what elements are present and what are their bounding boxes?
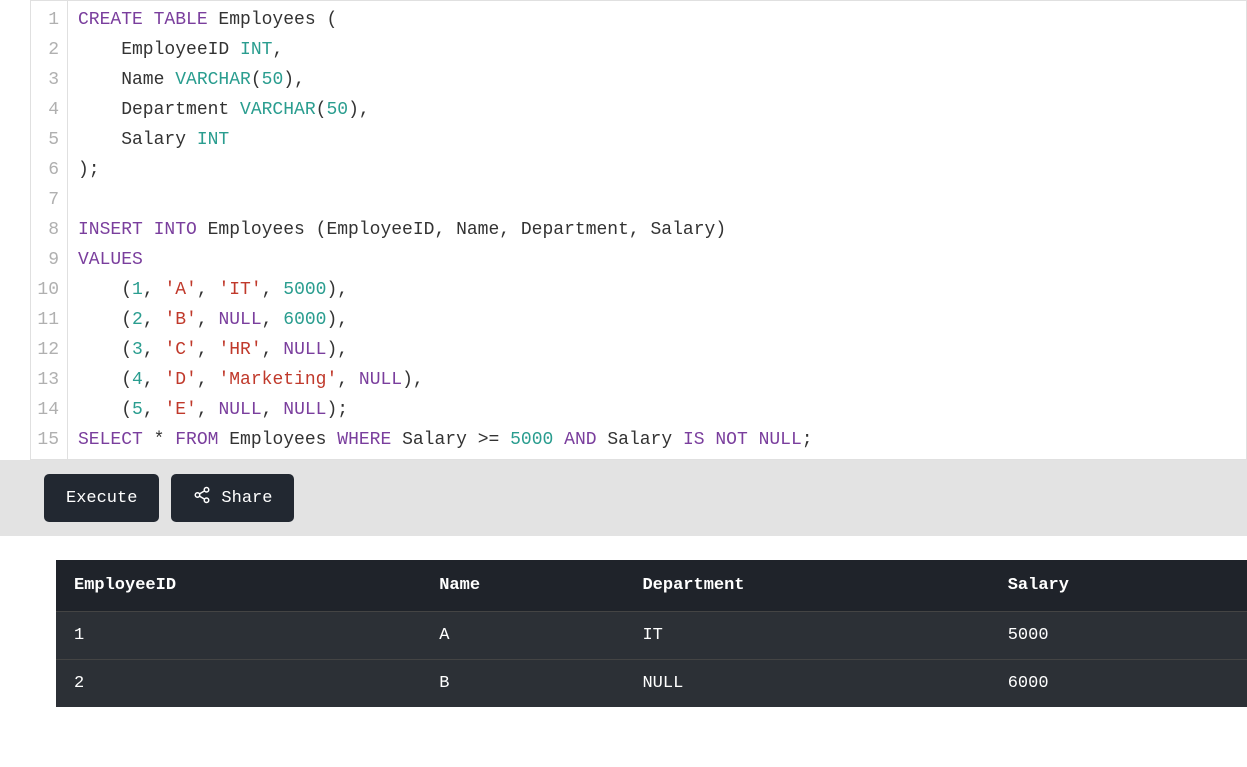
table-row: 2BNULL6000 — [56, 660, 1247, 708]
table-cell: IT — [624, 612, 989, 660]
share-icon — [193, 486, 211, 510]
code-line[interactable]: ); — [78, 155, 1236, 185]
line-number: 6 — [37, 155, 59, 185]
code-line[interactable] — [78, 185, 1236, 215]
table-cell: B — [421, 660, 624, 708]
column-header: Name — [421, 560, 624, 612]
code-line[interactable]: INSERT INTO Employees (EmployeeID, Name,… — [78, 215, 1236, 245]
code-line[interactable]: VALUES — [78, 245, 1236, 275]
code-line[interactable]: Name VARCHAR(50), — [78, 65, 1236, 95]
line-number: 12 — [37, 335, 59, 365]
table-cell: 1 — [56, 612, 421, 660]
table-row: 1AIT5000 — [56, 612, 1247, 660]
table-cell: 5000 — [990, 612, 1247, 660]
code-line[interactable]: (2, 'B', NULL, 6000), — [78, 305, 1236, 335]
line-number: 15 — [37, 425, 59, 455]
share-button-label: Share — [221, 489, 272, 508]
line-number: 1 — [37, 5, 59, 35]
code-line[interactable]: (1, 'A', 'IT', 5000), — [78, 275, 1236, 305]
column-header: EmployeeID — [56, 560, 421, 612]
line-number: 9 — [37, 245, 59, 275]
code-line[interactable]: (5, 'E', NULL, NULL); — [78, 395, 1236, 425]
line-number-gutter: 123456789101112131415 — [31, 1, 68, 459]
line-number: 8 — [37, 215, 59, 245]
code-line[interactable]: Department VARCHAR(50), — [78, 95, 1236, 125]
table-cell: 2 — [56, 660, 421, 708]
line-number: 7 — [37, 185, 59, 215]
execute-button-label: Execute — [66, 489, 137, 508]
line-number: 4 — [37, 95, 59, 125]
toolbar: Execute Share — [0, 460, 1247, 536]
code-line[interactable]: EmployeeID INT, — [78, 35, 1236, 65]
code-line[interactable]: CREATE TABLE Employees ( — [78, 5, 1236, 35]
line-number: 2 — [37, 35, 59, 65]
line-number: 11 — [37, 305, 59, 335]
column-header: Salary — [990, 560, 1247, 612]
execute-button[interactable]: Execute — [44, 474, 159, 522]
table-cell: NULL — [624, 660, 989, 708]
code-line[interactable]: (4, 'D', 'Marketing', NULL), — [78, 365, 1236, 395]
results-panel: EmployeeIDNameDepartmentSalary 1AIT50002… — [0, 536, 1247, 707]
result-table: EmployeeIDNameDepartmentSalary 1AIT50002… — [56, 560, 1247, 707]
column-header: Department — [624, 560, 989, 612]
share-button[interactable]: Share — [171, 474, 294, 522]
line-number: 14 — [37, 395, 59, 425]
table-cell: A — [421, 612, 624, 660]
line-number: 10 — [37, 275, 59, 305]
line-number: 3 — [37, 65, 59, 95]
code-line[interactable]: SELECT * FROM Employees WHERE Salary >= … — [78, 425, 1236, 455]
code-area[interactable]: CREATE TABLE Employees ( EmployeeID INT,… — [68, 1, 1246, 459]
code-line[interactable]: Salary INT — [78, 125, 1236, 155]
table-cell: 6000 — [990, 660, 1247, 708]
line-number: 5 — [37, 125, 59, 155]
code-line[interactable]: (3, 'C', 'HR', NULL), — [78, 335, 1236, 365]
sql-editor[interactable]: 123456789101112131415 CREATE TABLE Emplo… — [30, 0, 1247, 460]
line-number: 13 — [37, 365, 59, 395]
